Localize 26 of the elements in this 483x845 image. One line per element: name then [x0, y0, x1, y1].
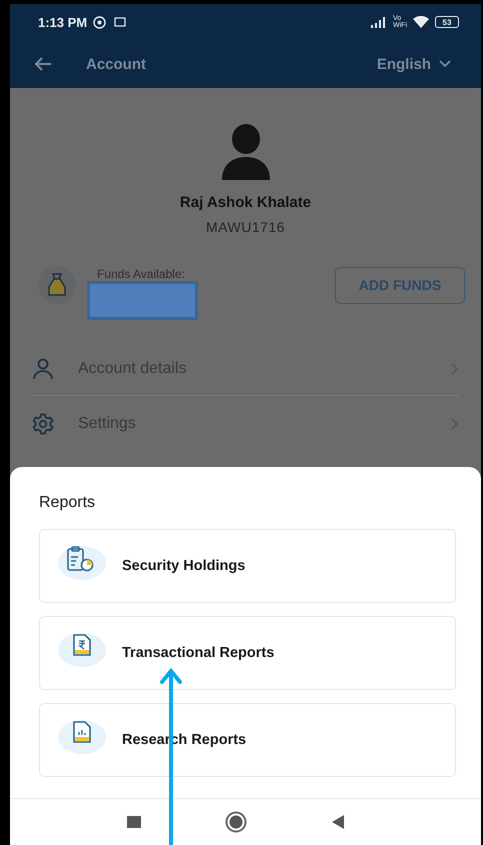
settings-icon — [32, 413, 54, 435]
language-dropdown[interactable]: English — [376, 56, 451, 72]
report-label: Transactional Reports — [122, 645, 274, 661]
report-card[interactable]: Security Holdings — [39, 529, 456, 603]
back-arrow-icon[interactable] — [34, 57, 52, 71]
signal-icon — [371, 16, 387, 28]
section-title: Reports — [39, 494, 96, 512]
chart-document-icon — [72, 720, 92, 744]
caret-icon — [439, 60, 451, 68]
report-label: Security Holdings — [122, 558, 246, 574]
rupee-document-icon — [72, 633, 92, 657]
notification-icon — [93, 16, 106, 28]
money-bag-icon — [47, 273, 67, 297]
wifi-icon — [413, 16, 429, 28]
status-time: 1:13 PM — [38, 14, 88, 30]
user-name: Raj Ashok Khalate — [180, 194, 312, 211]
recent-apps-icon[interactable] — [126, 816, 140, 828]
home-icon[interactable] — [224, 811, 246, 833]
person-icon — [32, 358, 54, 380]
report-card[interactable]: Transactional Reports — [39, 616, 456, 690]
battery-icon: 53 — [435, 16, 459, 28]
client-id: MAWU1716 — [206, 219, 285, 235]
back-icon[interactable] — [330, 815, 344, 829]
notification-icon — [114, 17, 126, 27]
screen-title: Account — [86, 56, 147, 72]
funds-label: Funds Available: — [97, 267, 185, 281]
